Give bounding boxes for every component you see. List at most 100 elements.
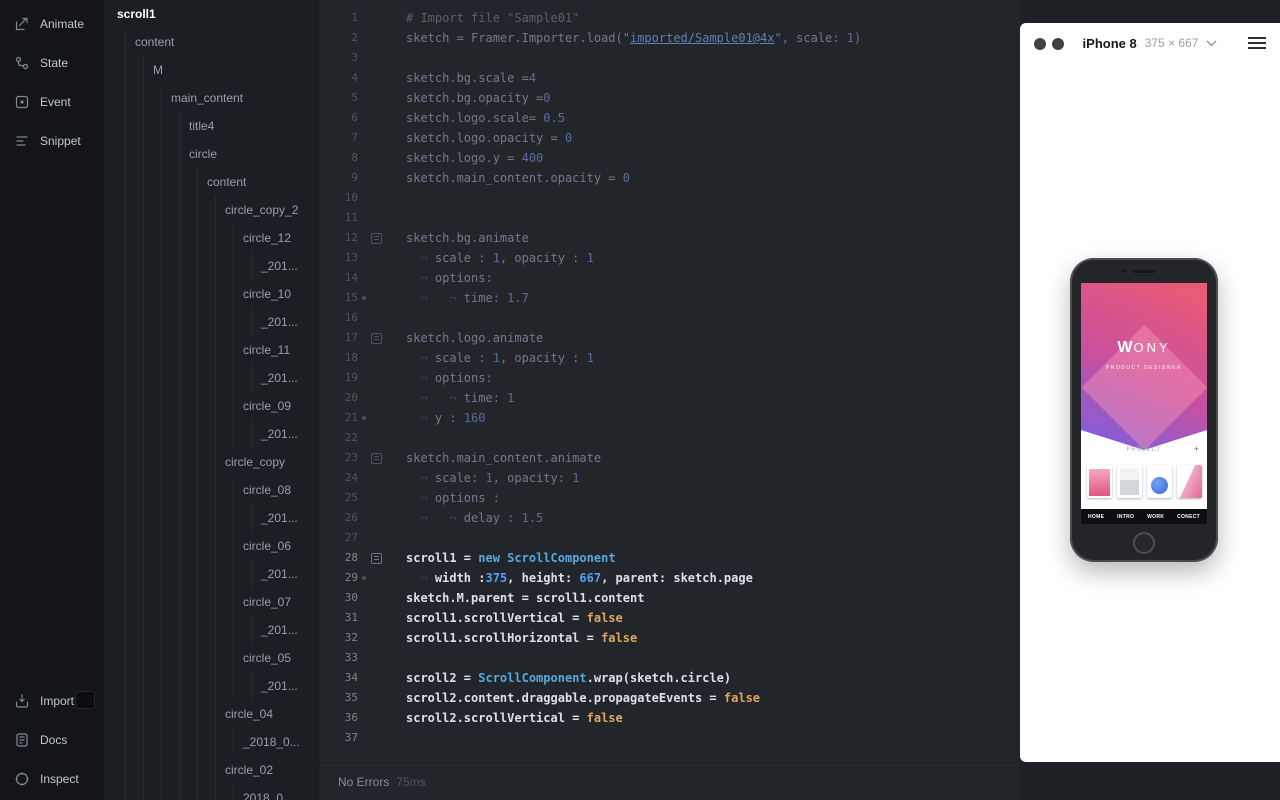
code-line-7[interactable]: 7 sketch.logo.opacity = 0 [319,128,1020,148]
project-thumbnail[interactable] [1176,465,1202,498]
code-fold-icon[interactable] [371,233,382,244]
code-line-3[interactable]: 3 [319,48,1020,68]
code-line-6[interactable]: 6 sketch.logo.scale= 0.5 [319,108,1020,128]
code-line-23[interactable]: 23 sketch.main_content.animate [319,448,1020,468]
code-line-13[interactable]: 13 ¬ scale : 1, opacity : 1 [319,248,1020,268]
layer-item-scroll1[interactable]: scroll1 [104,0,318,28]
code-line-37[interactable]: 37 [319,728,1020,748]
code-editor[interactable]: 1 # Import file "Sample01" 2 sketch = Frame… [318,0,1020,800]
code-line-12[interactable]: 12 sketch.bg.animate [319,228,1020,248]
layer-item-_201[interactable]: _201... [104,308,318,336]
code-line-30[interactable]: 30 sketch.M.parent = scroll1.content [319,588,1020,608]
phone-nav-intro[interactable]: INTRO [1117,514,1134,520]
code-line-22[interactable]: 22 [319,428,1020,448]
sidebar-item-inspect[interactable]: Inspect [0,759,104,798]
code-line-1[interactable]: 1 # Import file "Sample01" [319,8,1020,28]
layer-item-circle_12[interactable]: circle_12 [104,224,318,252]
layer-item-_201[interactable]: _201... [104,504,318,532]
project-thumbnail[interactable] [1116,465,1142,498]
code-line-29[interactable]: 29 ¬ width :375, height: 667, parent: sk… [319,568,1020,588]
tree-guide-line [215,504,216,532]
layer-item-circle_02[interactable]: circle_02 [104,756,318,784]
code-line-31[interactable]: 31 scroll1.scrollVertical = false [319,608,1020,628]
sidebar-item-import[interactable]: Import [0,681,104,720]
code-line-24[interactable]: 24 ¬ scale: 1, opacity: 1 [319,468,1020,488]
code-line-35[interactable]: 35 scroll2.content.draggable.propagateEve… [319,688,1020,708]
layer-item-M[interactable]: M [104,56,318,84]
add-project-button[interactable]: + [1194,444,1199,454]
layer-item-circle_copy[interactable]: circle_copy [104,448,318,476]
code-line-4[interactable]: 4 sketch.bg.scale =4 [319,68,1020,88]
sidebar-item-docs[interactable]: Docs [0,720,104,759]
sidebar-item-animate[interactable]: Animate [0,4,104,43]
layer-item-circle_07[interactable]: circle_07 [104,588,318,616]
project-thumbnail[interactable] [1146,465,1172,498]
code-line-25[interactable]: 25 ¬ options : [319,488,1020,508]
code-line-21[interactable]: 21 ¬ y : 160 [319,408,1020,428]
code-line-27[interactable]: 27 [319,528,1020,548]
layer-item-content[interactable]: content [104,28,318,56]
sidebar-item-event[interactable]: Event [0,82,104,121]
code-fold-icon[interactable] [371,333,382,344]
layer-item-circle_copy_2[interactable]: circle_copy_2 [104,196,318,224]
layer-item-circle_09[interactable]: circle_09 [104,392,318,420]
layer-item-circle[interactable]: circle [104,140,318,168]
tree-guide-line [233,728,234,756]
sidebar-item-state[interactable]: State [0,43,104,82]
code-line-17[interactable]: 17 sketch.logo.animate [319,328,1020,348]
phone-nav-conect[interactable]: CONECT [1177,514,1200,520]
layer-item-2018_0[interactable]: 2018_0... [104,784,318,800]
phone-preview-screen[interactable]: WONY PRODUCT DESIGNER PROJECT + HOME INTR… [1081,283,1207,524]
code-area[interactable]: 1 # Import file "Sample01" 2 sketch = Frame… [319,0,1020,762]
layer-item-_201[interactable]: _201... [104,364,318,392]
code-line-28[interactable]: 28 scroll1 = new ScrollComponent [319,548,1020,568]
tree-guide-line [233,252,234,280]
code-fold-icon[interactable] [371,453,382,464]
chevron-down-icon[interactable] [1206,40,1217,47]
code-line-11[interactable]: 11 [319,208,1020,228]
tree-guide-line [161,392,162,420]
code-line-9[interactable]: 9 sketch.main_content.opacity = 0 [319,168,1020,188]
project-thumbnail[interactable] [1086,465,1112,498]
layer-item-_201[interactable]: _201... [104,672,318,700]
code-line-10[interactable]: 10 [319,188,1020,208]
code-line-18[interactable]: 18 ¬ scale : 1, opacity : 1 [319,348,1020,368]
device-picker[interactable]: iPhone 8 375 × 667 [1020,23,1280,63]
code-line-36[interactable]: 36 scroll2.scrollVertical = false [319,708,1020,728]
layer-item-main_content[interactable]: main_content [104,84,318,112]
code-line-15[interactable]: 15 ¬ ¬ time: 1.7 [319,288,1020,308]
code-line-34[interactable]: 34 scroll2 = ScrollComponent.wrap(sketch.… [319,668,1020,688]
import-preview-badge[interactable] [75,691,95,709]
code-line-8[interactable]: 8 sketch.logo.y = 400 [319,148,1020,168]
code-line-14[interactable]: 14 ¬ options: [319,268,1020,288]
layer-item-circle_06[interactable]: circle_06 [104,532,318,560]
layer-item-circle_10[interactable]: circle_10 [104,280,318,308]
code-fold-icon[interactable] [371,553,382,564]
layer-item-circle_11[interactable]: circle_11 [104,336,318,364]
sidebar-item-label: Animate [40,16,85,31]
code-line-20[interactable]: 20 ¬ ¬ time: 1 [319,388,1020,408]
code-text: ¬ options : [406,491,500,505]
layer-item-content[interactable]: content [104,168,318,196]
phone-home-button[interactable] [1133,532,1155,554]
code-line-32[interactable]: 32 scroll1.scrollHorizontal = false [319,628,1020,648]
phone-nav-work[interactable]: WORK [1147,514,1164,520]
code-line-5[interactable]: 5 sketch.bg.opacity =0 [319,88,1020,108]
code-line-26[interactable]: 26 ¬ ¬ delay : 1.5 [319,508,1020,528]
menu-icon[interactable] [1248,37,1266,50]
layer-item-_201[interactable]: _201... [104,420,318,448]
sidebar-item-snippet[interactable]: Snippet [0,121,104,160]
layer-item-circle_08[interactable]: circle_08 [104,476,318,504]
layer-item-circle_04[interactable]: circle_04 [104,700,318,728]
layer-item-_2018_0[interactable]: _2018_0... [104,728,318,756]
phone-nav-home[interactable]: HOME [1088,514,1104,520]
layer-item-circle_05[interactable]: circle_05 [104,644,318,672]
code-line-33[interactable]: 33 [319,648,1020,668]
layer-item-_201[interactable]: _201... [104,560,318,588]
code-line-16[interactable]: 16 [319,308,1020,328]
code-line-2[interactable]: 2 sketch = Framer.Importer.load("imported… [319,28,1020,48]
layer-item-title4[interactable]: title4 [104,112,318,140]
layer-item-_201[interactable]: _201... [104,252,318,280]
layer-item-_201[interactable]: _201... [104,616,318,644]
code-line-19[interactable]: 19 ¬ options: [319,368,1020,388]
